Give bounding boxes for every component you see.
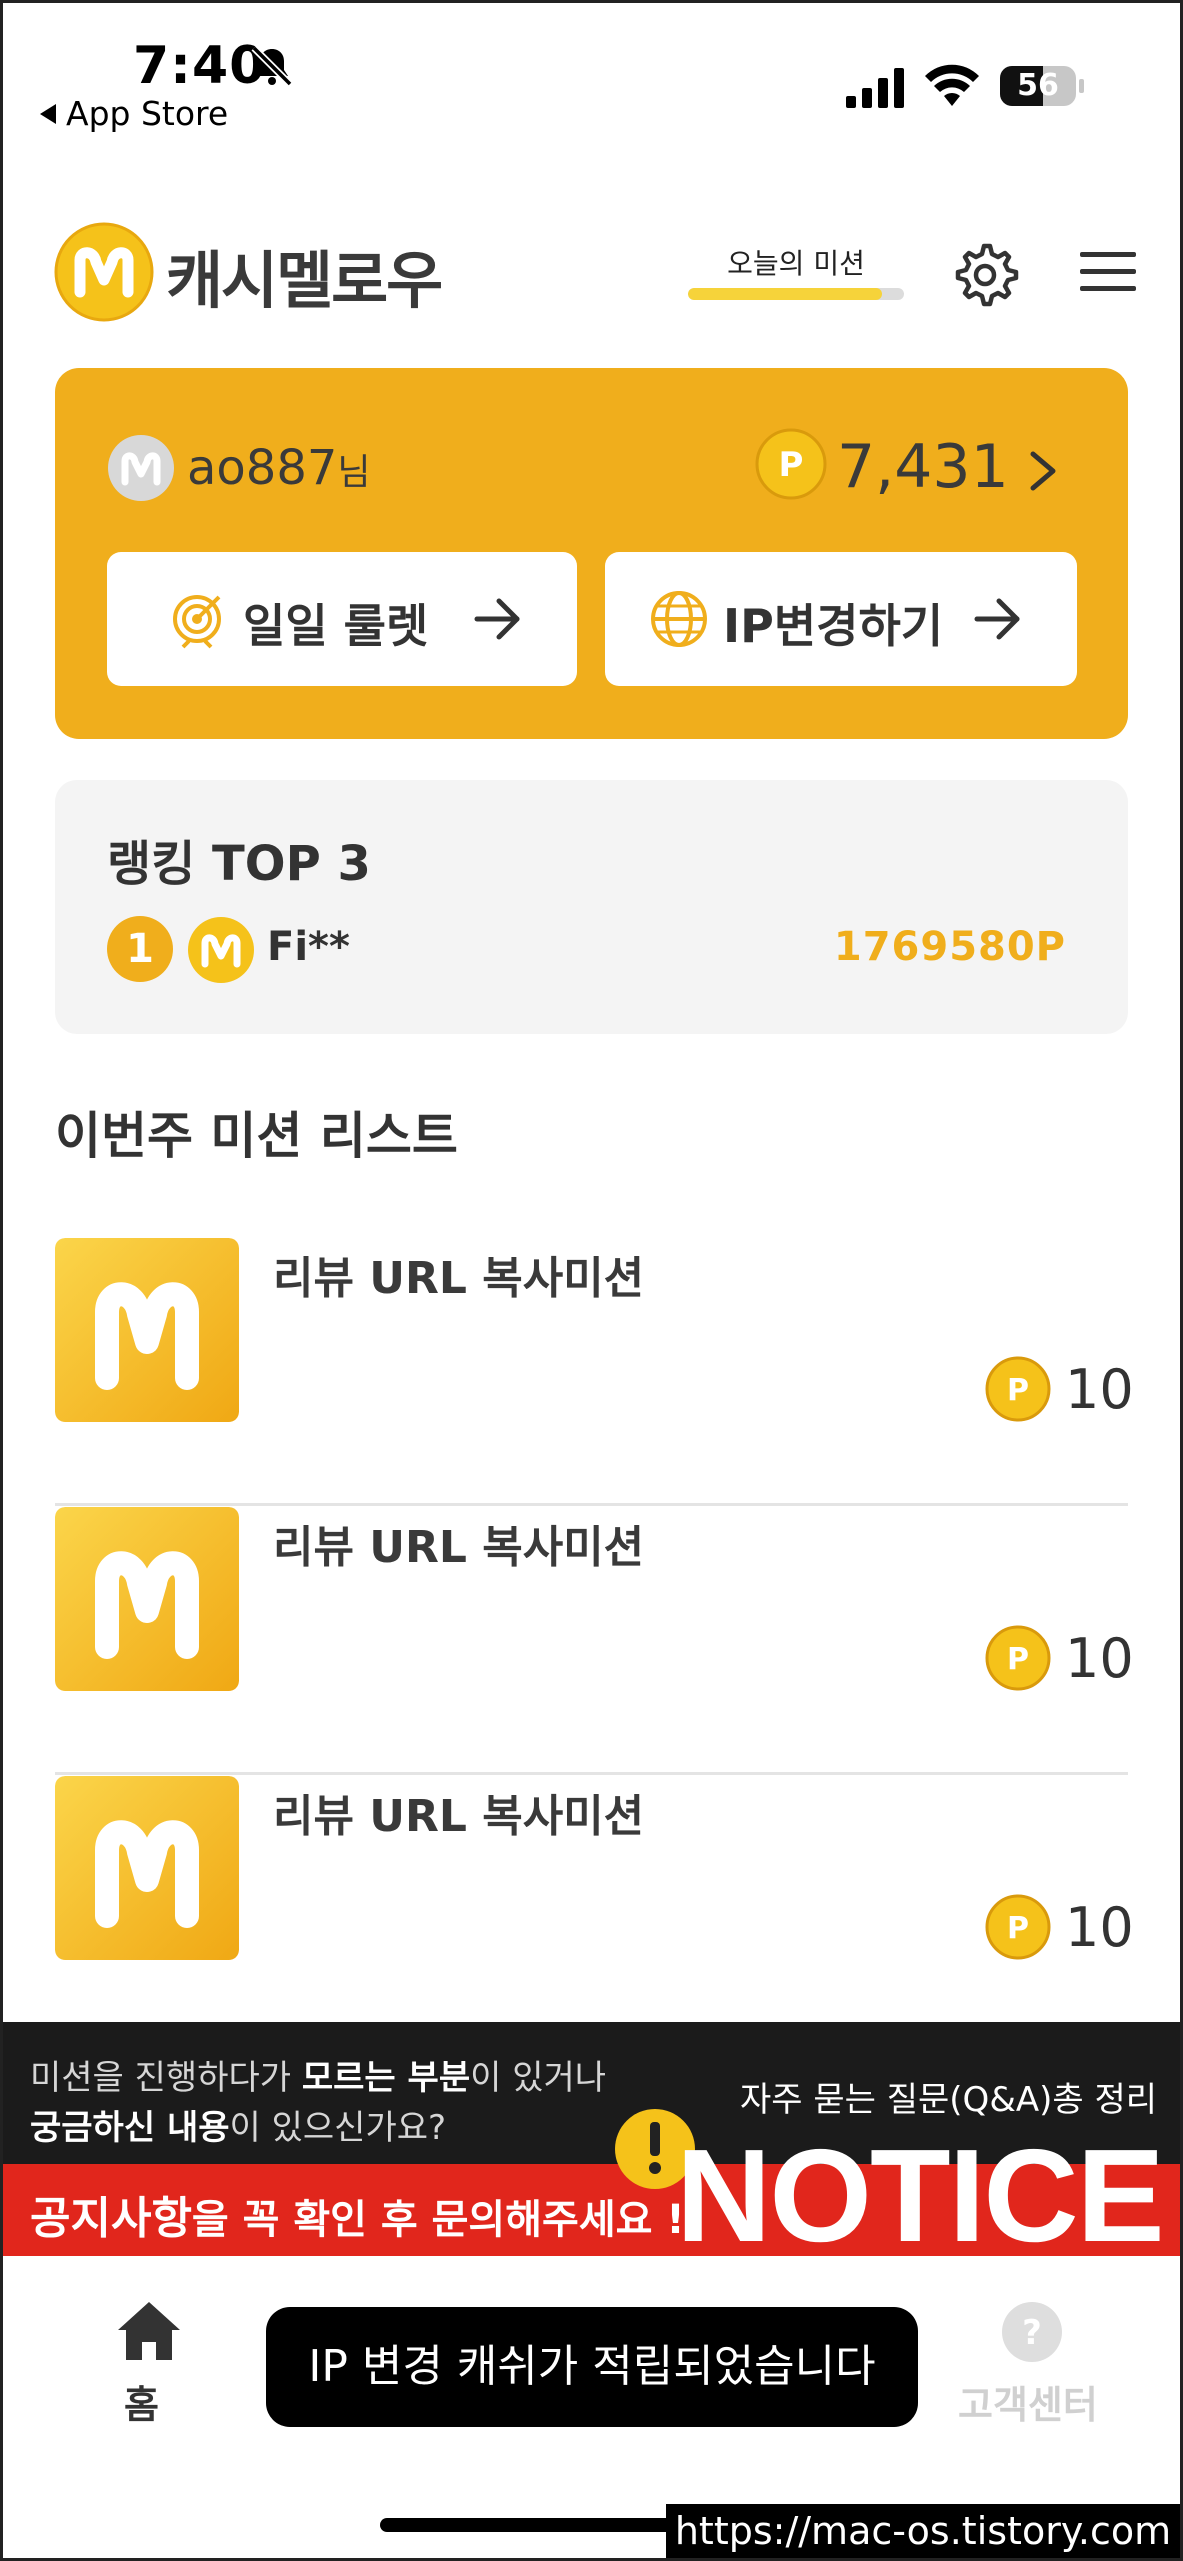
svg-text:P: P	[779, 445, 804, 485]
mission-name: 리뷰 URL 복사미션	[273, 1791, 645, 1842]
banner-cta-text: 을 꼭 확인 후 문의해주세요 !	[191, 2197, 685, 2243]
tab-home[interactable]: 홈	[124, 2374, 159, 2429]
ip-change-button[interactable]: IP변경하기	[605, 552, 1077, 686]
globe-icon	[651, 591, 707, 647]
user-name-text: ao887	[187, 440, 338, 496]
bell-slash-icon	[251, 45, 293, 87]
banner-text: 이 있거나	[470, 2058, 607, 2098]
avatar	[108, 435, 174, 501]
mission-reward: 10	[1065, 1358, 1134, 1421]
rank-user-name: Fi**	[267, 924, 350, 970]
status-time: 7:40	[133, 36, 267, 96]
mission-thumbnail-icon	[55, 1238, 239, 1422]
banner-line-2: 궁금하신 내용이 있으신가요?	[30, 2100, 446, 2149]
ranking-card[interactable]: 랭킹 TOP 3 1 Fi** 1769580P	[55, 780, 1128, 1034]
back-triangle-icon	[40, 103, 56, 124]
daily-roulette-button[interactable]: 일일 룰렛	[107, 552, 577, 686]
ranking-title: 랭킹 TOP 3	[107, 836, 371, 892]
point-coin-icon: P	[985, 1894, 1051, 1960]
mission-list-title: 이번주 미션 리스트	[55, 1107, 458, 1165]
banner-line-1: 미션을 진행하다가 모르는 부분이 있거나	[30, 2050, 606, 2099]
mission-thumbnail-icon	[55, 1776, 239, 1960]
svg-text:?: ?	[1022, 2313, 1042, 2353]
home-icon[interactable]	[116, 2300, 182, 2362]
avatar	[188, 917, 254, 983]
banner-notice-text: NOTICE	[676, 2122, 1165, 2256]
mission-list-item[interactable]: 리뷰 URL 복사미션 P 10	[55, 1507, 1134, 1775]
banner-text: 이 있으신가요?	[229, 2108, 447, 2148]
battery-percent: 56	[1017, 68, 1059, 103]
banner-cta-strong: 공지사항	[30, 2193, 192, 2244]
rank-points: 1769580P	[833, 924, 1066, 970]
toast-message: IP 변경 캐쉬가 적립되었습니다	[266, 2307, 918, 2427]
banner-faq-text: 자주 묻는 질문(Q&A)총 정리	[740, 2080, 1158, 2120]
mission-name: 리뷰 URL 복사미션	[273, 1253, 645, 1304]
svg-text:P: P	[1007, 1373, 1029, 1408]
point-balance[interactable]: 7,431	[837, 432, 1009, 502]
today-mission-progress-fill	[688, 288, 883, 300]
mission-list-item[interactable]: 리뷰 URL 복사미션 P 10	[55, 1238, 1134, 1506]
chevron-right-icon[interactable]	[1025, 448, 1061, 494]
mission-list-item[interactable]: 리뷰 URL 복사미션 P 10	[55, 1776, 1134, 2044]
gear-icon[interactable]	[950, 240, 1020, 310]
today-mission-tab[interactable]: 오늘의 미션	[688, 242, 904, 282]
battery-indicator: 56	[1000, 66, 1084, 106]
brand-name: 캐시멜로우	[166, 244, 443, 317]
today-mission-progress	[688, 288, 904, 300]
user-name-suffix: 님	[337, 452, 371, 493]
target-icon	[173, 595, 221, 649]
mission-thumbnail-icon	[55, 1507, 239, 1691]
cellular-signal-icon	[846, 68, 904, 108]
back-to-app-store[interactable]: App Store	[40, 94, 228, 133]
wifi-icon	[925, 64, 979, 106]
svg-text:P: P	[1007, 1642, 1029, 1677]
mission-name: 리뷰 URL 복사미션	[273, 1522, 645, 1573]
ip-change-label: IP변경하기	[723, 599, 944, 653]
user-name: ao887님	[187, 440, 371, 496]
watermark: https://mac-os.tistory.com	[666, 2504, 1180, 2558]
mission-reward: 10	[1065, 1896, 1134, 1959]
point-coin-icon: P	[755, 428, 827, 500]
hamburger-menu-icon[interactable]	[1080, 250, 1136, 294]
tab-customer-center[interactable]: 고객센터	[958, 2374, 1098, 2429]
notice-banner[interactable]: 미션을 진행하다가 모르는 부분이 있거나 궁금하신 내용이 있으신가요? 자주…	[0, 2022, 1183, 2256]
banner-text: 미션을 진행하다가	[30, 2058, 302, 2098]
user-card: ao887님 P 7,431 일일 룰렛 IP변경하기	[55, 368, 1128, 739]
banner-text-bold: 모르는 부분	[301, 2058, 471, 2098]
banner-cta: 공지사항을 꼭 확인 후 문의해주세요 !	[30, 2182, 685, 2246]
svg-text:P: P	[1007, 1911, 1029, 1946]
arrow-right-icon	[474, 598, 520, 640]
arrow-right-icon	[974, 598, 1020, 640]
rank-badge: 1	[107, 916, 173, 982]
point-coin-icon: P	[985, 1356, 1051, 1422]
banner-text-bold: 궁금하신 내용	[30, 2108, 230, 2148]
mission-reward: 10	[1065, 1627, 1134, 1690]
question-circle-icon[interactable]: ?	[1000, 2300, 1064, 2364]
daily-roulette-label: 일일 룰렛	[243, 599, 429, 653]
back-app-label: App Store	[66, 94, 229, 133]
cashmallow-logo-icon[interactable]	[54, 222, 154, 322]
point-coin-icon: P	[985, 1625, 1051, 1691]
